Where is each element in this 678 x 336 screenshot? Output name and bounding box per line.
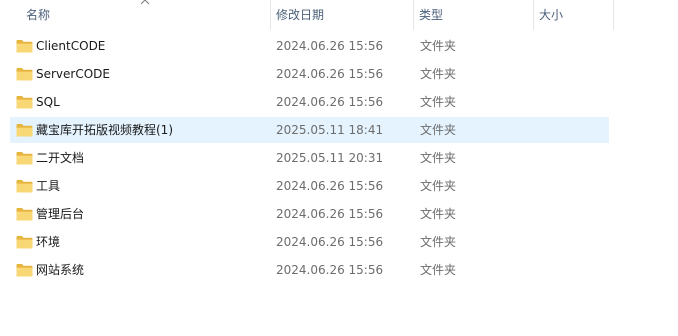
file-name: SQL [36, 95, 60, 109]
file-size [540, 33, 600, 59]
folder-icon [16, 68, 33, 81]
file-modified-date: 2024.06.26 15:56 [276, 67, 384, 81]
file-name: 管理后台 [36, 207, 85, 221]
file-type: 文件夹 [420, 39, 457, 53]
file-size [540, 173, 600, 199]
file-modified-date: 2024.06.26 15:56 [276, 179, 384, 193]
column-header-date[interactable]: 修改日期 [270, 0, 413, 30]
file-size [540, 257, 600, 283]
file-name: 藏宝库开拓版视频教程(1) [36, 123, 173, 137]
file-size [540, 201, 600, 227]
column-divider[interactable] [613, 0, 614, 30]
file-size [540, 117, 600, 143]
file-name: 二开文档 [36, 151, 85, 165]
file-type: 文件夹 [420, 95, 457, 109]
file-type: 文件夹 [420, 67, 457, 81]
folder-icon [16, 40, 33, 53]
folder-icon [16, 152, 33, 165]
file-type: 文件夹 [420, 151, 457, 165]
file-row[interactable]: ClientCODE 2024.06.26 15:56 文件夹 [10, 33, 609, 59]
file-modified-date: 2025.05.11 18:41 [276, 123, 384, 137]
folder-icon [16, 180, 33, 193]
folder-icon [16, 264, 33, 277]
column-header-size[interactable]: 大小 [533, 0, 613, 30]
file-modified-date: 2024.06.26 15:56 [276, 263, 384, 277]
file-row[interactable]: 网站系统 2024.06.26 15:56 文件夹 [10, 257, 609, 283]
file-row[interactable]: 管理后台 2024.06.26 15:56 文件夹 [10, 201, 609, 227]
file-row[interactable]: ServerCODE 2024.06.26 15:56 文件夹 [10, 61, 609, 87]
folder-icon [16, 96, 33, 109]
file-size [540, 89, 600, 115]
folder-icon [16, 236, 33, 249]
file-row[interactable]: 工具 2024.06.26 15:56 文件夹 [10, 173, 609, 199]
file-row[interactable]: 藏宝库开拓版视频教程(1) 2025.05.11 18:41 文件夹 [10, 117, 609, 143]
folder-icon [16, 124, 33, 137]
file-modified-date: 2024.06.26 15:56 [276, 235, 384, 249]
column-header: 名称 修改日期 类型 大小 [0, 0, 678, 30]
file-type: 文件夹 [420, 235, 457, 249]
file-name: ClientCODE [36, 39, 106, 53]
file-modified-date: 2025.05.11 20:31 [276, 151, 384, 165]
sort-ascending-icon [140, 0, 150, 5]
file-row[interactable]: 环境 2024.06.26 15:56 文件夹 [10, 229, 609, 255]
file-modified-date: 2024.06.26 15:56 [276, 207, 384, 221]
file-type: 文件夹 [420, 179, 457, 193]
file-size [540, 229, 600, 255]
file-row[interactable]: 二开文档 2025.05.11 20:31 文件夹 [10, 145, 609, 171]
file-size [540, 61, 600, 87]
column-header-type[interactable]: 类型 [413, 0, 533, 30]
file-type: 文件夹 [420, 207, 457, 221]
file-type: 文件夹 [420, 263, 457, 277]
folder-icon [16, 208, 33, 221]
file-name: 工具 [36, 179, 61, 193]
file-name: 网站系统 [36, 263, 85, 277]
file-type: 文件夹 [420, 123, 457, 137]
file-name: 环境 [36, 235, 61, 249]
file-modified-date: 2024.06.26 15:56 [276, 39, 384, 53]
file-name: ServerCODE [36, 67, 110, 81]
file-row[interactable]: SQL 2024.06.26 15:56 文件夹 [10, 89, 609, 115]
file-modified-date: 2024.06.26 15:56 [276, 95, 384, 109]
file-size [540, 145, 600, 171]
